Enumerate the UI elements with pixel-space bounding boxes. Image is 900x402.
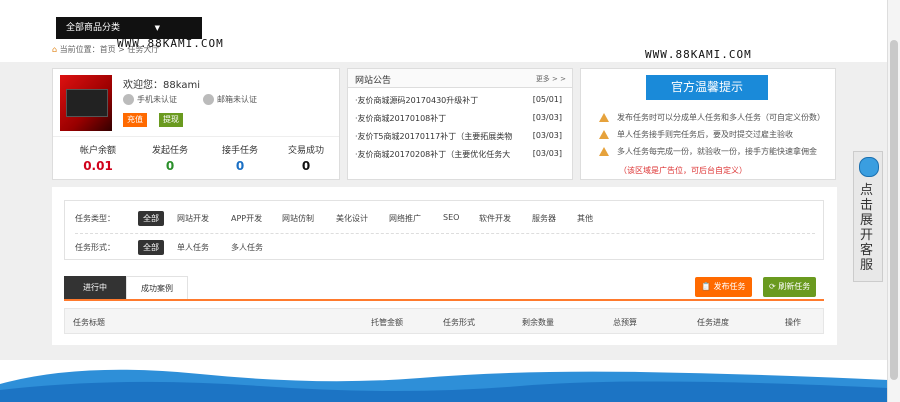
- stat-value: 0: [165, 159, 175, 173]
- ad-note: （该区域是广告位，可后台自定义）: [619, 166, 747, 175]
- publish-task-button[interactable]: 📋 发布任务: [695, 277, 752, 297]
- th-escrow: 托管金额: [371, 318, 403, 327]
- refresh-task-button[interactable]: ⟳ 刷新任务: [763, 277, 817, 297]
- all-categories-label: 全部商品分类: [66, 23, 121, 33]
- notice-more-link[interactable]: 更多 > >: [536, 74, 566, 84]
- stat-success: 交易成功 0: [271, 143, 341, 173]
- task-hall-panel: 任务类型： 全部 网站开发 APP开发 网站仿制 美化设计 网络推广 SEO 软…: [52, 187, 837, 345]
- email-icon: [203, 94, 214, 105]
- breadcrumb-home-link[interactable]: 首页: [100, 45, 116, 54]
- filter-type-software[interactable]: 软件开发: [479, 213, 511, 224]
- filter-type-server[interactable]: 服务器: [532, 213, 556, 224]
- phone-verify-status[interactable]: 手机未认证: [123, 94, 177, 105]
- tip-text: 发布任务时可以分成单人任务和多人任务（可自定义份数）: [617, 113, 825, 122]
- notice-item[interactable]: ·友价商城20170108补丁: [355, 113, 535, 124]
- watermark-text: WWW.88KAMI.COM: [645, 48, 752, 61]
- phone-verify-label: 手机未认证: [137, 95, 177, 104]
- page-scrollbar[interactable]: [887, 0, 900, 402]
- th-remaining: 剩余数量: [522, 318, 554, 327]
- task-form-label: 任务形式：: [75, 243, 115, 252]
- stat-label: 交易成功: [287, 146, 324, 156]
- stat-accepted: 接手任务 0: [205, 143, 275, 173]
- notice-header: 网站公告 更多 > >: [348, 69, 572, 88]
- email-verify-label: 邮箱未认证: [217, 95, 257, 104]
- breadcrumb-label: 当前位置：: [59, 45, 100, 54]
- all-categories-button[interactable]: 全部商品分类 ▼: [56, 17, 202, 39]
- filter-form-multi[interactable]: 多人任务: [231, 242, 263, 253]
- tip-item: 发布任务时可以分成单人任务和多人任务（可自定义份数）: [599, 112, 825, 123]
- filter-type-seo[interactable]: SEO: [443, 213, 459, 222]
- tab-in-progress[interactable]: 进行中: [64, 276, 126, 300]
- notice-title: 网站公告: [355, 76, 392, 86]
- warning-icon: [599, 147, 609, 156]
- stat-value: 0.01: [83, 159, 113, 173]
- recharge-button[interactable]: 充值: [123, 113, 147, 127]
- filter-type-promo[interactable]: 网络推广: [389, 213, 421, 224]
- notice-date: [03/03]: [532, 113, 562, 122]
- notice-date: [03/03]: [532, 131, 562, 140]
- th-title: 任务标题: [73, 318, 105, 327]
- email-verify-status[interactable]: 邮箱未认证: [203, 94, 257, 105]
- customer-service-tab[interactable]: 点击展开客服: [853, 151, 883, 282]
- filter-type-web[interactable]: 网站开发: [177, 213, 209, 224]
- user-avatar-image: [60, 75, 112, 131]
- clipboard-icon: 📋: [701, 282, 711, 291]
- stat-label: 帐户余额: [79, 146, 116, 156]
- customer-service-label: 点击展开客服: [860, 183, 874, 273]
- user-info-panel: 欢迎您：88kami 手机未认证 邮箱未认证 充值 提现 帐户余额 0.01 发…: [52, 68, 340, 180]
- filter-type-clone[interactable]: 网站仿制: [282, 213, 314, 224]
- filter-type-app[interactable]: APP开发: [231, 213, 262, 224]
- scrollbar-thumb[interactable]: [890, 40, 898, 380]
- filter-type-design[interactable]: 美化设计: [336, 213, 368, 224]
- notice-panel: 网站公告 更多 > > ·友价商城源码20170430升级补丁 [05/01] …: [347, 68, 573, 180]
- notice-item[interactable]: ·友价T5商城20170117补丁（主要拓展类物: [355, 131, 535, 142]
- filter-type-other[interactable]: 其他: [577, 213, 593, 224]
- th-progress: 任务进度: [697, 318, 729, 327]
- publish-task-label: 发布任务: [713, 282, 746, 291]
- wave-decoration: [0, 360, 888, 402]
- stat-value: 0: [301, 159, 311, 173]
- tab-success-cases[interactable]: 成功案例: [126, 276, 188, 300]
- tab-underline: [64, 299, 824, 301]
- refresh-task-label: 刷新任务: [778, 282, 811, 291]
- stat-label: 发起任务: [151, 146, 188, 156]
- filter-box: 任务类型： 全部 网站开发 APP开发 网站仿制 美化设计 网络推广 SEO 软…: [64, 200, 824, 260]
- stat-value: 0: [235, 159, 245, 173]
- stat-published: 发起任务 0: [135, 143, 205, 173]
- tips-panel: 官方温馨提示 发布任务时可以分成单人任务和多人任务（可自定义份数） 单人任务接手…: [580, 68, 836, 180]
- th-actions: 操作: [785, 318, 801, 327]
- warning-icon: [599, 113, 609, 122]
- warning-icon: [599, 130, 609, 139]
- filter-form-all[interactable]: 全部: [138, 240, 164, 255]
- task-table-header: 任务标题 托管金额 任务形式 剩余数量 总预算 任务进度 操作: [64, 308, 824, 334]
- tip-item: 单人任务接手则完任务后，要及时提交过雇主验收: [599, 129, 793, 140]
- tip-item: 多人任务每完成一份，就验收一份，接手方能快速拿佣金: [599, 146, 817, 157]
- withdraw-button[interactable]: 提现: [159, 113, 183, 127]
- refresh-icon: ⟳: [769, 282, 776, 291]
- notice-date: [05/01]: [532, 95, 562, 104]
- watermark-text: WWW.88KAMI.COM: [117, 37, 224, 50]
- filter-divider: [75, 233, 815, 234]
- welcome-text: 欢迎您：88kami: [123, 80, 200, 91]
- tip-text: 单人任务接手则完任务后，要及时提交过雇主验收: [617, 130, 793, 139]
- notice-item[interactable]: ·友价商城源码20170430升级补丁: [355, 95, 535, 106]
- filter-form-single[interactable]: 单人任务: [177, 242, 209, 253]
- footer-wave: [0, 360, 888, 402]
- notice-date: [03/03]: [532, 149, 562, 158]
- th-budget: 总预算: [613, 318, 637, 327]
- home-icon: ⌂: [52, 45, 58, 54]
- stat-balance: 帐户余额 0.01: [63, 143, 133, 173]
- phone-icon: [123, 94, 134, 105]
- filter-type-all[interactable]: 全部: [138, 211, 164, 226]
- tip-text: 多人任务每完成一份，就验收一份，接手方能快速拿佣金: [617, 147, 817, 156]
- caret-down-icon: ▼: [154, 24, 160, 32]
- task-type-label: 任务类型：: [75, 214, 115, 223]
- stat-label: 接手任务: [221, 146, 258, 156]
- tips-banner: 官方温馨提示: [646, 75, 768, 100]
- th-form: 任务形式: [443, 318, 475, 327]
- chat-bubble-icon: [859, 157, 879, 177]
- notice-item[interactable]: ·友价商城20170208补丁（主要优化任务大: [355, 149, 535, 160]
